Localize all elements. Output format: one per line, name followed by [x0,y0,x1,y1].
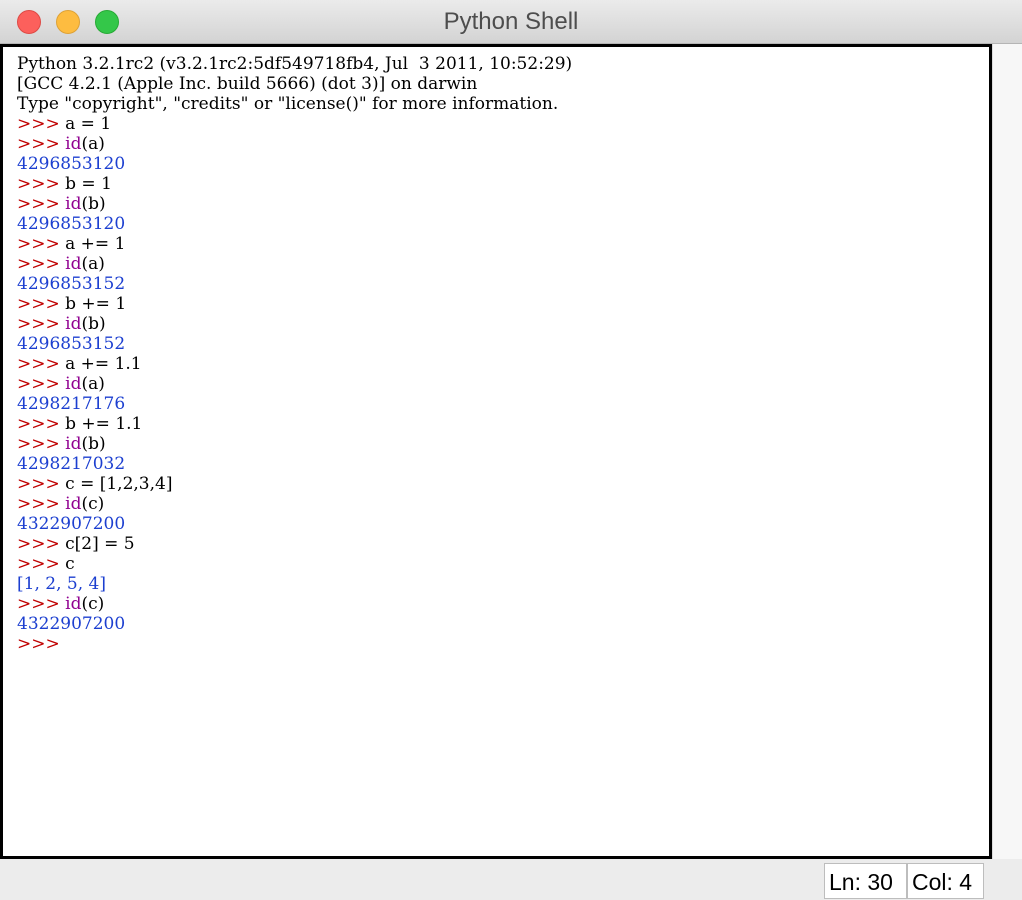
prompt-marker: >>> [17,354,66,374]
prompt-marker: >>> [17,294,66,314]
shell-line: Python 3.2.1rc2 (v3.2.1rc2:5df549718fb4,… [17,54,989,74]
shell-line: >>> id(c) [17,494,989,514]
builtin-name: id [65,594,82,614]
code-text: b += 1 [65,294,127,314]
shell-line: >>> a += 1 [17,234,989,254]
output-text: 4296853120 [17,214,126,234]
shell-text-area[interactable]: Python 3.2.1rc2 (v3.2.1rc2:5df549718fb4,… [0,44,992,859]
prompt-marker: >>> [17,634,66,654]
shell-line: [GCC 4.2.1 (Apple Inc. build 5666) (dot … [17,74,989,94]
shell-line: 4296853120 [17,154,989,174]
code-text: [GCC 4.2.1 (Apple Inc. build 5666) (dot … [17,74,478,94]
shell-line: >>> c[2] = 5 [17,534,989,554]
shell-line: 4296853152 [17,334,989,354]
shell-line: >>> id(a) [17,134,989,154]
output-text: 4298217032 [17,454,126,474]
shell-line: >>> c [17,554,989,574]
shell-line: [1, 2, 5, 4] [17,574,989,594]
builtin-name: id [65,314,82,334]
prompt-marker: >>> [17,174,66,194]
code-text: (b) [81,434,106,454]
shell-line: >>> id(c) [17,594,989,614]
prompt-marker: >>> [17,434,66,454]
code-text: (a) [81,254,105,274]
builtin-name: id [65,494,82,514]
shell-line: >>> id(b) [17,194,989,214]
code-text: c [65,554,75,574]
code-text: Type "copyright", "credits" or "license(… [17,94,559,114]
title-bar[interactable]: Python Shell [0,0,1022,44]
code-text: c[2] = 5 [65,534,135,554]
shell-line: >>> b += 1.1 [17,414,989,434]
shell-line: >>> id(a) [17,254,989,274]
code-text: b = 1 [65,174,112,194]
builtin-name: id [65,134,82,154]
code-text: a += 1 [65,234,126,254]
code-text: c = [1,2,3,4] [65,474,173,494]
output-text: 4322907200 [17,514,126,534]
code-text: (c) [81,494,105,514]
code-text: (a) [81,374,105,394]
shell-line: >>> [17,634,989,654]
builtin-name: id [65,254,82,274]
code-text: (c) [81,594,105,614]
builtin-name: id [65,434,82,454]
shell-line: >>> a = 1 [17,114,989,134]
code-text: (b) [81,194,106,214]
prompt-marker: >>> [17,414,66,434]
shell-line: >>> id(a) [17,374,989,394]
shell-line: 4322907200 [17,514,989,534]
shell-line: 4298217032 [17,454,989,474]
code-text: (a) [81,134,105,154]
resize-grip[interactable] [992,859,1022,900]
shell-line: 4298217176 [17,394,989,414]
prompt-marker: >>> [17,234,66,254]
prompt-marker: >>> [17,554,66,574]
output-text: 4296853152 [17,274,126,294]
shell-line: 4322907200 [17,614,989,634]
prompt-marker: >>> [17,474,66,494]
shell-line: 4296853120 [17,214,989,234]
output-text: 4296853152 [17,334,126,354]
shell-line: 4296853152 [17,274,989,294]
prompt-marker: >>> [17,594,66,614]
output-text: 4296853120 [17,154,126,174]
prompt-marker: >>> [17,194,66,214]
code-text: b += 1.1 [65,414,143,434]
shell-output: Python 3.2.1rc2 (v3.2.1rc2:5df549718fb4,… [3,47,989,654]
shell-line: >>> id(b) [17,314,989,334]
shell-line: >>> b = 1 [17,174,989,194]
prompt-marker: >>> [17,134,66,154]
shell-line: >>> a += 1.1 [17,354,989,374]
prompt-marker: >>> [17,314,66,334]
code-text: a += 1.1 [65,354,142,374]
output-text: 4298217176 [17,394,126,414]
builtin-name: id [65,194,82,214]
shell-line: Type "copyright", "credits" or "license(… [17,94,989,114]
shell-line: >>> c = [1,2,3,4] [17,474,989,494]
prompt-marker: >>> [17,374,66,394]
python-shell-window: Python Shell Python 3.2.1rc2 (v3.2.1rc2:… [0,0,1022,900]
vertical-scrollbar[interactable] [992,44,1022,859]
code-text: Python 3.2.1rc2 (v3.2.1rc2:5df549718fb4,… [17,54,573,74]
output-text: 4322907200 [17,614,126,634]
builtin-name: id [65,374,82,394]
prompt-marker: >>> [17,534,66,554]
status-bar: Ln: 30 Col: 4 [0,859,1022,900]
code-text: (b) [81,314,106,334]
code-text: a = 1 [65,114,112,134]
line-number-status: Ln: 30 [824,863,907,899]
prompt-marker: >>> [17,254,66,274]
prompt-marker: >>> [17,114,66,134]
window-title: Python Shell [443,8,579,35]
output-text: [1, 2, 5, 4] [17,574,106,594]
prompt-marker: >>> [17,494,66,514]
column-number-status: Col: 4 [907,863,984,899]
shell-line: >>> id(b) [17,434,989,454]
shell-line: >>> b += 1 [17,294,989,314]
